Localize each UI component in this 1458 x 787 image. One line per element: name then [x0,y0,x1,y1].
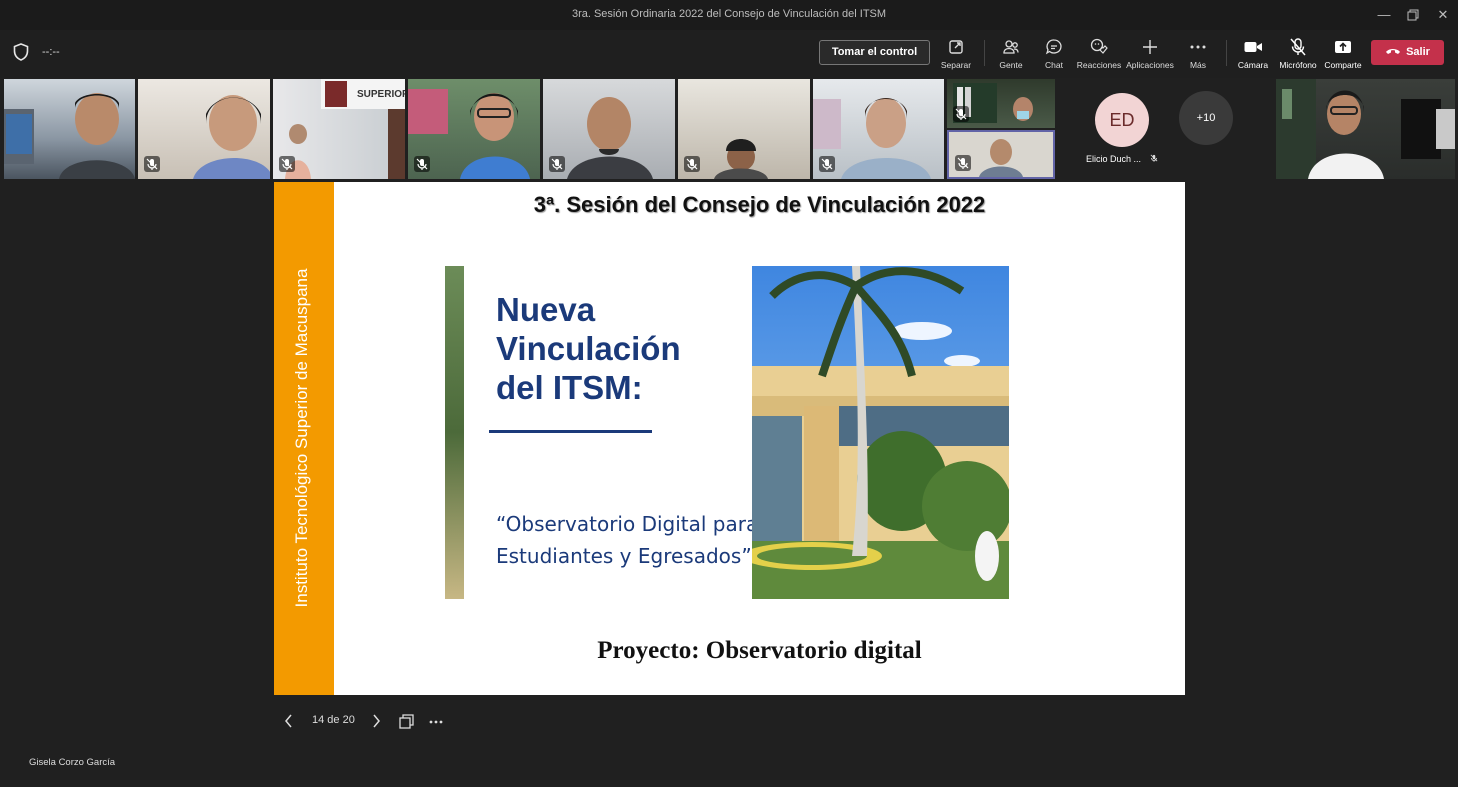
apps-label: Aplicaciones [1126,60,1174,70]
close-icon[interactable]: ✕ [1431,4,1455,26]
chevron-left-icon [285,714,292,728]
participant-video-tile[interactable]: SUPERIOR [273,79,405,179]
presenter-name: Gisela Corzo García [29,757,116,768]
avatar[interactable]: ED [1095,93,1149,147]
previous-slide-button[interactable] [283,713,295,732]
pop-out-label: Separar [940,60,972,70]
slide-title: Nueva Vinculación del ITSM: [496,291,681,406]
participant-video-tile[interactable] [543,79,675,179]
self-video-tile[interactable] [1276,79,1455,179]
mic-button[interactable]: Micrófono [1277,37,1319,73]
share-button[interactable]: Comparte [1323,37,1363,73]
svg-text:SUPERIOR: SUPERIOR [357,89,405,100]
more-label: Más [1189,60,1207,70]
more-button[interactable]: Más [1184,37,1212,73]
restore-icon[interactable] [1401,4,1425,26]
hang-up-icon [1386,49,1401,54]
leave-label: Salir [1406,46,1430,58]
muted-mic-icon [953,106,969,122]
participant-video-tile-active[interactable] [947,130,1055,179]
participant-video-tile[interactable] [678,79,810,179]
meeting-toolbar: --:-- Tomar el control Separar Gente Cha… [0,30,1458,78]
slide-more-button[interactable] [428,713,444,732]
mic-off-icon [1290,38,1306,56]
campus-photo [752,266,1009,599]
slide-image-strip [445,266,464,599]
slide-vertical-institution: Instituto Tecnológico Superior de Macusp… [292,268,311,608]
pop-out-button[interactable]: Separar [938,37,974,73]
more-icon [1190,45,1206,49]
camera-button[interactable]: Cámara [1236,37,1270,73]
participant-video-tile[interactable] [408,79,540,179]
window-title: 3ra. Sesión Ordinaria 2022 del Consejo d… [571,8,887,20]
more-participants-button[interactable]: +10 [1179,91,1233,145]
share-label: Comparte [1324,60,1362,70]
chat-icon [1045,39,1062,55]
slide-title-rule [489,430,652,433]
next-slide-button[interactable] [370,713,382,732]
mic-label: Micrófono [1279,60,1317,70]
chat-label: Chat [1045,60,1063,70]
slide-footer: Proyecto: Observatorio digital [597,637,922,664]
pop-out-icon [949,40,963,54]
muted-mic-icon [684,156,700,172]
muted-mic-icon [549,156,565,172]
reactions-label: Reacciones [1076,60,1122,70]
camera-label: Cámara [1237,60,1269,70]
muted-mic-icon [1150,154,1157,162]
muted-mic-icon [279,156,295,172]
participant-video-tile[interactable] [138,79,270,179]
reactions-button[interactable]: Reacciones [1076,37,1122,73]
muted-mic-icon [414,156,430,172]
chat-button[interactable]: Chat [1038,37,1070,73]
meeting-timer: --:-- [42,46,60,58]
shield-icon[interactable] [13,43,31,63]
minimize-icon[interactable]: — [1372,4,1396,26]
share-icon [1335,41,1351,53]
muted-mic-icon [144,156,160,172]
leave-button[interactable]: Salir [1371,40,1444,65]
muted-mic-icon [955,155,971,171]
chevron-right-icon [373,714,380,728]
slides-grid-icon [399,714,414,729]
camera-icon [1244,42,1262,52]
title-bar: 3ra. Sesión Ordinaria 2022 del Consejo d… [0,0,1458,30]
slide-counter: 14 de 20 [312,714,355,726]
teams-meeting-window: 3ra. Sesión Ordinaria 2022 del Consejo d… [0,0,1458,787]
participant-video-tile[interactable] [813,79,944,179]
participant-video-tile[interactable] [947,79,1055,128]
avatar-name: Elicio Duch ... [1086,153,1159,164]
shared-presentation-slide: Instituto Tecnológico Superior de Macusp… [274,182,1185,695]
participant-video-tile[interactable] [4,79,135,179]
slide-quote: “Observatorio Digital para Estudiantes y… [496,512,759,568]
apps-button[interactable]: Aplicaciones [1126,37,1174,73]
people-label: Gente [999,60,1023,70]
muted-mic-icon [819,156,835,172]
people-button[interactable]: Gente [994,37,1028,73]
take-control-button[interactable]: Tomar el control [819,40,930,65]
slide-heading: 3ª. Sesión del Consejo de Vinculación 20… [533,192,986,217]
plus-icon [1143,40,1157,54]
slide-grid-button[interactable] [399,714,415,733]
more-icon [429,720,443,724]
people-icon [1003,40,1019,54]
reactions-icon [1090,38,1108,54]
